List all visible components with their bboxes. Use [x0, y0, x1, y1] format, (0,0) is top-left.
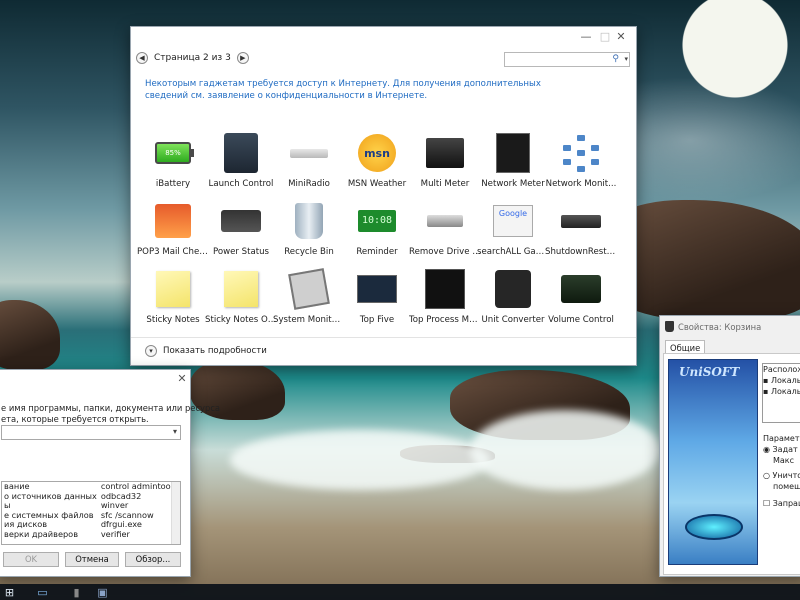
disc-icon: [685, 514, 743, 540]
show-details-toggle[interactable]: ▾ Показать подробности: [145, 345, 267, 357]
run-dialog: ✕ е имя программы, папки, документа или …: [0, 369, 220, 577]
unisoft-logo: UniSOFT: [668, 359, 758, 565]
multi-meter-icon: [426, 138, 464, 168]
shutdown-icon: [561, 214, 601, 228]
gadget-multi-meter[interactable]: Multi Meter: [411, 133, 479, 189]
gadget-shutdown-restart[interactable]: ShutdownRestart: [545, 201, 617, 257]
sticky-note-icon: [224, 271, 258, 307]
mail-icon: [155, 204, 191, 238]
google-search-icon: Google: [493, 205, 533, 237]
window-title: Свойства: Корзина: [678, 322, 762, 332]
chevron-down-icon[interactable]: ▾: [624, 55, 628, 63]
table-row[interactable]: о источников данных odbcad32: [2, 491, 179, 502]
top-five-icon: [357, 275, 397, 303]
radio-icon: [290, 148, 328, 158]
custom-size-radio[interactable]: ◉ Задат: [763, 444, 800, 455]
location-list[interactable]: Располож ▪ Локальн ▪ Локальн: [762, 363, 800, 423]
network-meter-icon: [496, 133, 530, 173]
gadget-sticky-notes-online[interactable]: Sticky Notes On...: [205, 269, 277, 325]
chevron-down-icon[interactable]: ▾: [173, 427, 177, 436]
unit-converter-icon: [495, 270, 531, 308]
command-list[interactable]: вание control admintools о источников дан…: [1, 481, 181, 545]
recycle-bin-icon: [665, 321, 674, 332]
pager: ◀ Страница 2 из 3 ▶: [136, 52, 249, 64]
maximize-icon[interactable]: □: [598, 31, 612, 43]
gadget-searchall[interactable]: Google searchALL Gadg...: [477, 201, 549, 257]
top-process-icon: [425, 269, 465, 309]
command-table: вание control admintools о источников дан…: [2, 482, 179, 539]
recycle-bin-icon: [295, 203, 323, 239]
run-command-input[interactable]: ▾: [1, 425, 181, 440]
volume-icon: [561, 275, 601, 303]
gadget-sticky-notes[interactable]: Sticky Notes: [139, 269, 207, 325]
parameters-group: Параметры ◉ Задат Макс ○ Уничто помеща ☐…: [763, 433, 800, 509]
run-prompt: е имя программы, папки, документа или ре…: [1, 403, 220, 424]
next-page-icon[interactable]: ▶: [236, 52, 249, 64]
recycle-bin-properties-window: Свойства: Корзина Общие UniSOFT Располож…: [659, 315, 800, 577]
delete-immediately-radio[interactable]: ○ Уничто: [763, 470, 800, 481]
gadget-system-monitor[interactable]: System Monitor II: [273, 268, 345, 325]
close-icon[interactable]: ✕: [175, 373, 189, 385]
list-item[interactable]: ▪ Локальн: [763, 386, 800, 397]
search-icon[interactable]: ⚲: [612, 54, 619, 64]
gadget-top-process[interactable]: Top Process Mo...: [409, 269, 481, 325]
page-label: Страница 2 из 3: [154, 53, 231, 63]
gadget-grid: 85% iBattery Launch Control MiniRadio msn…: [137, 133, 623, 325]
previous-page-icon[interactable]: ◀: [136, 52, 148, 64]
gadget-power-status[interactable]: Power Status: [207, 201, 275, 257]
close-icon[interactable]: ✕: [614, 31, 628, 43]
gadget-gallery-window: — □ ✕ ◀ Страница 2 из 3 ▶ ⚲ ▾ Некоторым …: [130, 26, 637, 366]
cancel-button[interactable]: Отмена: [65, 552, 119, 567]
wallpaper-rock: [0, 300, 60, 370]
gadget-pop3-mail[interactable]: POP3 Mail Chec...: [137, 201, 209, 257]
cpu-icon: [288, 268, 330, 310]
run-app-icon[interactable]: ▣: [96, 586, 109, 599]
gadget-remove-drive[interactable]: Remove Drive S...: [409, 201, 481, 257]
minimize-icon[interactable]: —: [579, 31, 593, 43]
gadget-volume-control[interactable]: Volume Control: [547, 269, 615, 325]
launch-control-icon: [224, 133, 258, 173]
sticky-note-icon: [156, 271, 190, 307]
divider: [131, 337, 636, 338]
gadget-unit-converter[interactable]: Unit Converter: [479, 269, 547, 325]
taskbar: ⊞ ▭ ▮ ▣: [0, 584, 800, 600]
power-status-icon: [221, 210, 261, 232]
gadget-miniradio[interactable]: MiniRadio: [275, 133, 343, 189]
usb-drive-icon: [427, 215, 463, 227]
list-item[interactable]: ▪ Локальн: [763, 375, 800, 386]
chevron-down-icon[interactable]: ▾: [145, 345, 157, 357]
start-icon[interactable]: ⊞: [3, 586, 16, 599]
gadget-network-monitor[interactable]: Network Monit...: [546, 133, 616, 189]
browse-button[interactable]: Обзор...: [125, 552, 181, 567]
table-row[interactable]: верки драйверов verifier: [2, 529, 179, 540]
ok-button[interactable]: OK: [3, 552, 59, 567]
gadget-network-meter[interactable]: Network Meter: [479, 133, 547, 189]
gadget-ibattery[interactable]: 85% iBattery: [139, 133, 207, 189]
gadget-top-five[interactable]: Top Five: [343, 269, 411, 325]
gadget-recycle-bin[interactable]: Recycle Bin: [275, 201, 343, 257]
wallpaper-wave: [230, 430, 490, 490]
msn-weather-icon: msn: [358, 134, 396, 172]
gadget-msn-weather[interactable]: msn MSN Weather: [343, 133, 411, 189]
reminder-icon: 10:08: [358, 210, 396, 232]
search-input[interactable]: ⚲ ▾: [504, 52, 630, 67]
app-icon[interactable]: ▮: [70, 586, 83, 599]
confirm-delete-checkbox[interactable]: ☐ Запраш: [763, 498, 800, 509]
internet-notice-link[interactable]: Некоторым гаджетам требуется доступ к Ин…: [145, 78, 565, 102]
show-details-label: Показать подробности: [163, 346, 267, 356]
scrollbar[interactable]: [171, 482, 180, 544]
explorer-icon[interactable]: ▭: [36, 586, 49, 599]
network-monitor-icon: [561, 133, 601, 173]
title-bar: — □ ✕: [131, 27, 636, 47]
gadget-reminder[interactable]: 10:08 Reminder: [343, 201, 411, 257]
gadget-launch-control[interactable]: Launch Control: [207, 133, 275, 189]
battery-icon: 85%: [155, 142, 194, 164]
wallpaper-wave: [470, 410, 660, 490]
